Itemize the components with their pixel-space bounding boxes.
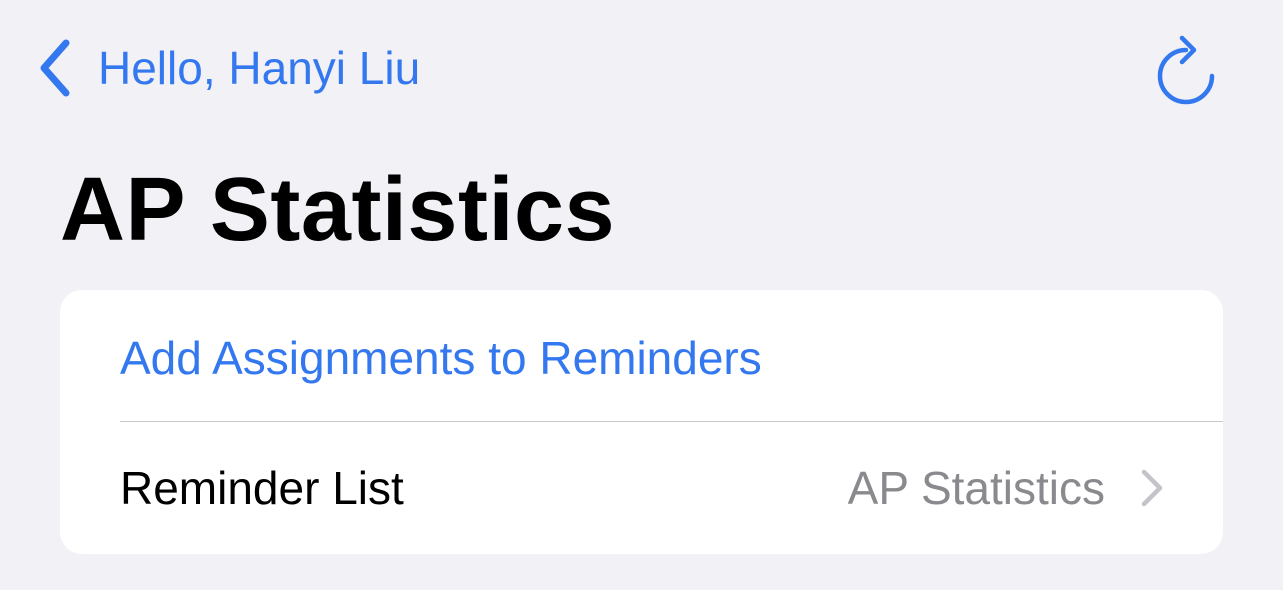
back-button[interactable]: Hello, Hanyi Liu <box>36 36 420 100</box>
settings-card: Add Assignments to Reminders Reminder Li… <box>60 290 1223 554</box>
chevron-left-icon <box>36 36 76 100</box>
chevron-right-icon <box>1136 466 1166 510</box>
reminder-list-value: AP Statistics <box>847 462 1105 514</box>
arrow-clockwise-icon <box>1157 35 1215 105</box>
back-button-label: Hello, Hanyi Liu <box>98 42 421 94</box>
add-assignments-button[interactable]: Add Assignments to Reminders <box>60 290 1223 422</box>
refresh-button[interactable] <box>1156 34 1220 106</box>
reminder-list-label: Reminder List <box>120 462 404 514</box>
add-assignments-label: Add Assignments to Reminders <box>120 332 762 384</box>
page-title: AP Statistics <box>60 160 616 260</box>
reminder-list-row[interactable]: Reminder List AP Statistics <box>60 422 1223 554</box>
